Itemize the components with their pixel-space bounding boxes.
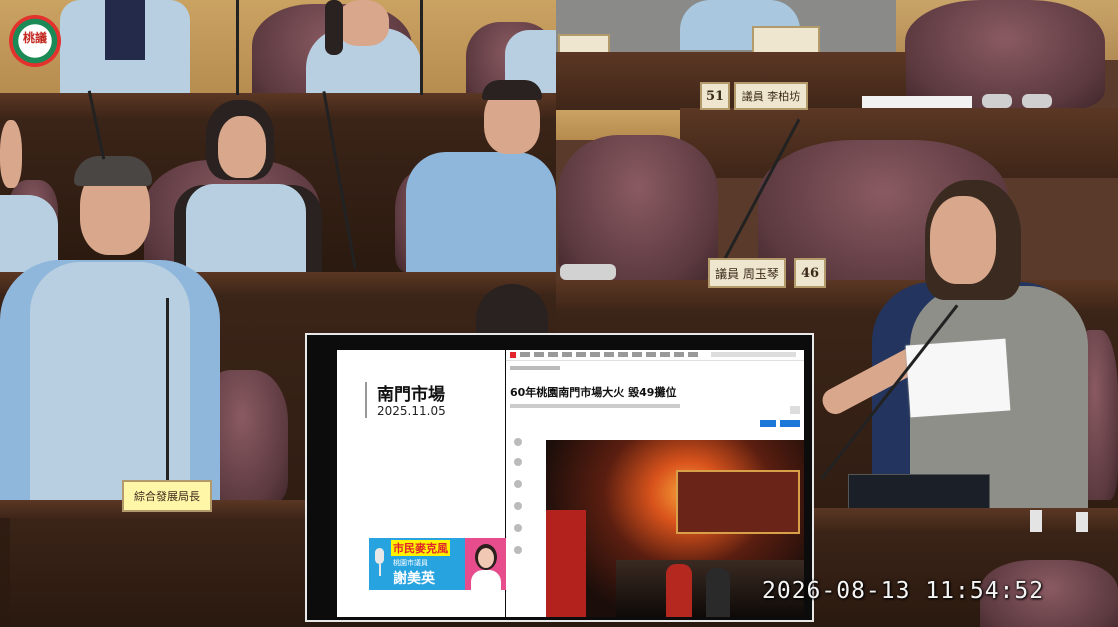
banner-line-2: 桃園市議員 [393,559,428,567]
cup [1022,94,1052,108]
desk-front [10,518,305,627]
share-button[interactable] [760,420,776,427]
building-sign [676,470,800,534]
microphone [166,298,169,508]
cup [982,94,1012,108]
portrait-face [478,548,494,568]
article-meta [510,404,680,408]
chair [558,135,718,285]
line-icon[interactable] [514,480,522,488]
councilor-2-number-text: 46 [800,265,820,281]
news-headline[interactable]: 60年桃園南門市場大火 毀49攤位 [510,384,676,400]
banner-line-1: 市民麥克風 [391,540,450,556]
firefighter [706,568,730,617]
portrait-body [471,570,501,590]
council-logo-text: 桃議 [22,31,47,45]
broadcast-timestamp: 2026-08-13 11:54:52 [762,578,1045,604]
councilor-2-name-plate: 議員 周玉琴 [708,258,786,288]
slide-title: 南門市場 [377,385,445,405]
person-face [337,0,389,46]
facebook-icon[interactable] [514,458,522,466]
councilor-portrait [465,538,507,590]
councilor-2-name: 議員 周玉琴 [715,266,779,281]
councilor-1-name-plate: 議員 李柏坊 [734,82,808,110]
person-vest [186,184,306,276]
fire-truck [546,510,586,617]
news-logo-icon [510,352,516,358]
person-hair [325,0,343,55]
firefighter [666,564,692,617]
news-nav-bar [506,350,804,361]
article-tool-icon[interactable] [790,406,800,414]
print-icon[interactable] [514,546,522,554]
news-search-bar[interactable] [711,352,796,357]
person-hair [482,80,542,100]
water-bottle [1076,512,1088,532]
microphone [420,0,423,95]
cup [560,264,616,280]
link-icon[interactable] [514,502,522,510]
water-bottle [1030,510,1042,532]
video-frame: 綜合發展局長 51 議員 李柏坊 議員 周玉琴 46 桃議 南門市場 2025.… [0,0,1118,627]
person-face [930,196,996,284]
person-shirt [406,152,556,274]
papers [862,96,972,108]
councilor-1-number-text: 51 [705,88,725,104]
news-nav-links[interactable] [520,352,700,357]
desk-top [810,508,1118,530]
slide-title-panel: 南門市場 2025.11.05 市民麥克風 桃園市議員 謝美英 [337,350,507,617]
share-icon[interactable] [514,438,522,446]
person-hair [74,156,152,186]
news-article-screenshot: 60年桃園南門市場大火 毀49攤位 [506,350,804,617]
councilor-1-number: 51 [700,82,730,110]
title-divider [365,382,367,418]
person-face [0,120,22,188]
microphone [236,0,239,95]
microphone-icon [375,548,384,564]
desk-top [556,52,906,110]
microphone-banner: 市民麥克風 桃園市議員 謝美英 [369,538,507,590]
councilor-1-name: 議員 李柏坊 [741,90,801,103]
microphone-icon-stand [379,564,381,576]
councilor-2-number: 46 [794,258,826,288]
person-face [218,116,266,178]
person-shirt [105,0,145,60]
name-plate [752,26,820,54]
bookmark-icon[interactable] [514,524,522,532]
official-title: 綜合發展局長 [134,490,200,503]
banner-line-3: 謝美英 [393,571,435,587]
official-name-plate: 綜合發展局長 [122,480,212,512]
desk-top [0,93,556,117]
breadcrumb[interactable] [510,366,560,370]
slide-date: 2025.11.05 [377,404,446,418]
share-button[interactable] [780,420,800,427]
